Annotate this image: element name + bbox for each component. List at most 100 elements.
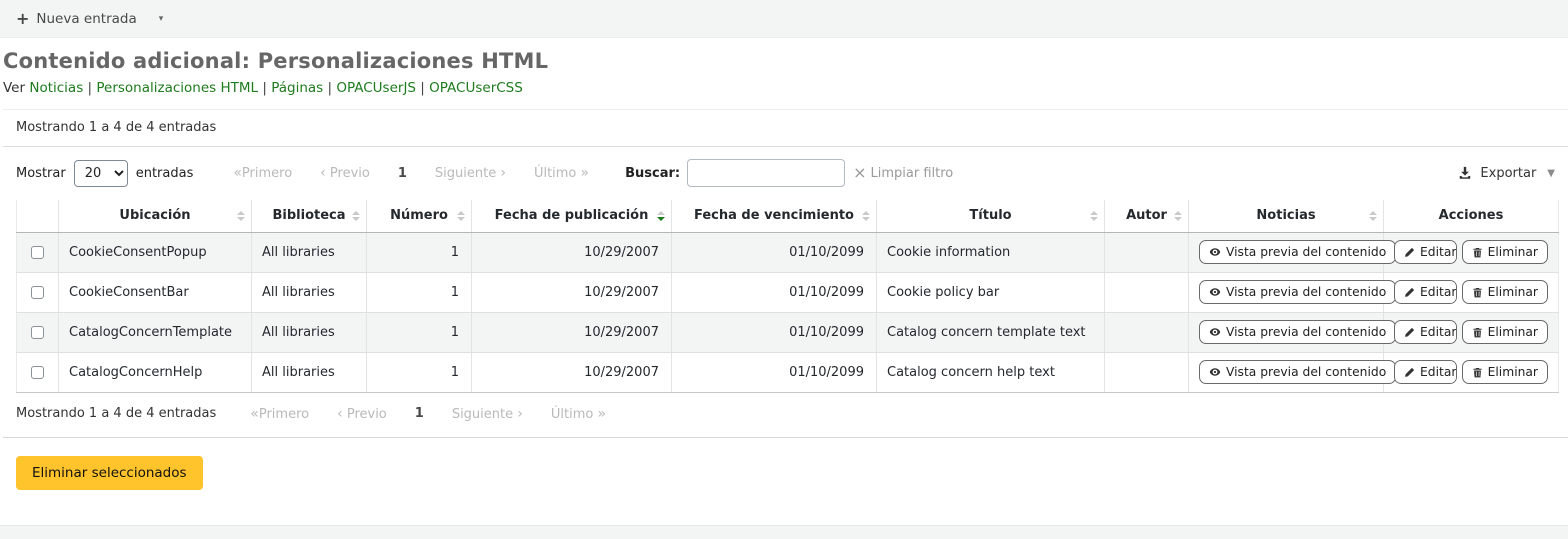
trash-icon <box>1472 247 1483 258</box>
clear-filter-button[interactable]: × Limpiar filtro <box>853 165 953 181</box>
table-header-row: Ubicación Biblioteca Número Fecha de pub… <box>17 200 1559 232</box>
pagination-top: «Primero‹ Previo1Siguiente ›Último » <box>219 165 603 181</box>
cell-title: Cookie information <box>877 232 1105 272</box>
cell-library: All libraries <box>252 272 367 312</box>
pagination-bottom: «Primero‹ Previo1Siguiente ›Último » <box>236 406 620 422</box>
view-link[interactable]: Noticias <box>29 80 83 96</box>
export-label: Exportar <box>1480 166 1536 181</box>
trash-icon <box>1472 367 1483 378</box>
cell-number: 1 <box>367 232 472 272</box>
column-header-expiration-date[interactable]: Fecha de vencimiento <box>672 200 877 232</box>
previous-page-button[interactable]: ‹ Previo <box>306 165 384 181</box>
current-page-button[interactable]: 1 <box>384 166 421 181</box>
cell-library: All libraries <box>252 312 367 352</box>
cell-expiration-date: 01/10/2099 <box>672 312 877 352</box>
delete-button[interactable]: Eliminar <box>1462 280 1548 305</box>
cell-title: Catalog concern template text <box>877 312 1105 352</box>
first-page-button[interactable]: «Primero <box>236 406 323 422</box>
last-page-button[interactable]: Último » <box>537 406 620 422</box>
sort-icon <box>352 211 360 221</box>
table-panel: Mostrando 1 a 4 de 4 entradas Mostrar 20… <box>3 109 1568 490</box>
column-header-number[interactable]: Número <box>367 200 472 232</box>
new-entry-dropdown-toggle[interactable]: ▾ <box>159 14 164 24</box>
cell-location: CatalogConcernTemplate <box>59 312 252 352</box>
view-link[interactable]: OPACUserJS <box>336 80 416 96</box>
delete-button[interactable]: Eliminar <box>1462 240 1548 265</box>
delete-button[interactable]: Eliminar <box>1462 360 1548 385</box>
edit-button[interactable]: Editar <box>1395 321 1457 344</box>
cell-publication-date: 10/29/2007 <box>472 312 672 352</box>
column-header-library[interactable]: Biblioteca <box>252 200 367 232</box>
separator: | <box>258 80 271 96</box>
entries-label: entradas <box>136 166 194 181</box>
cell-location: CookieConsentPopup <box>59 232 252 272</box>
pencil-icon <box>1404 247 1415 258</box>
page-title: Contenido adicional: Personalizaciones H… <box>3 49 1568 73</box>
row-checkbox[interactable] <box>31 326 44 339</box>
row-checkbox[interactable] <box>31 246 44 259</box>
sort-desc-icon <box>657 211 665 221</box>
chevron-down-icon: ▼ <box>1547 168 1555 179</box>
delete-selected-button[interactable]: Eliminar seleccionados <box>16 456 203 490</box>
new-entry-button[interactable]: + Nueva entrada <box>16 9 137 28</box>
sort-icon <box>1174 211 1182 221</box>
pencil-icon <box>1404 367 1415 378</box>
entries-per-page-select[interactable]: 20 <box>74 160 128 187</box>
separator: | <box>83 80 96 96</box>
column-header-location[interactable]: Ubicación <box>59 200 252 232</box>
column-header-author[interactable]: Autor <box>1105 200 1189 232</box>
preview-content-button[interactable]: Vista previa del contenido <box>1199 320 1396 345</box>
cell-location: CatalogConcernHelp <box>59 352 252 392</box>
column-header-publication-date[interactable]: Fecha de publicación <box>472 200 672 232</box>
divider <box>3 437 1568 438</box>
sort-icon <box>457 211 465 221</box>
separator: | <box>416 80 429 96</box>
preview-content-button[interactable]: Vista previa del contenido <box>1199 360 1396 385</box>
cell-title: Catalog concern help text <box>877 352 1105 392</box>
column-header-actions: Acciones <box>1384 200 1559 232</box>
cell-publication-date: 10/29/2007 <box>472 272 672 312</box>
eye-icon <box>1209 366 1221 378</box>
preview-content-button[interactable]: Vista previa del contenido <box>1199 280 1396 305</box>
row-checkbox[interactable] <box>31 286 44 299</box>
column-header-checkbox <box>17 200 59 232</box>
table-row: CookieConsentBar All libraries 1 10/29/2… <box>17 272 1559 312</box>
edit-button[interactable]: Editar <box>1395 361 1457 384</box>
eye-icon <box>1209 326 1221 338</box>
delete-button[interactable]: Eliminar <box>1462 320 1548 345</box>
pencil-icon <box>1404 287 1415 298</box>
previous-page-button[interactable]: ‹ Previo <box>323 406 401 422</box>
first-page-button[interactable]: «Primero <box>219 165 306 181</box>
sort-icon <box>1090 211 1098 221</box>
cell-library: All libraries <box>252 232 367 272</box>
plus-icon: + <box>16 9 29 28</box>
cell-author <box>1105 352 1189 392</box>
view-link[interactable]: OPACUserCSS <box>429 80 523 96</box>
export-button[interactable]: Exportar ▼ <box>1458 166 1555 181</box>
next-page-button[interactable]: Siguiente › <box>438 406 537 422</box>
cell-publication-date: 10/29/2007 <box>472 352 672 392</box>
next-page-button[interactable]: Siguiente › <box>421 165 520 181</box>
column-header-title[interactable]: Título <box>877 200 1105 232</box>
double-chevron-right-icon: » <box>597 406 606 422</box>
trash-icon <box>1472 287 1483 298</box>
table-footer-controls: Mostrando 1 a 4 de 4 entradas «Primero‹ … <box>3 393 1568 437</box>
cell-author <box>1105 312 1189 352</box>
view-link[interactable]: Páginas <box>271 80 323 96</box>
last-page-button[interactable]: Último » <box>520 165 603 181</box>
current-page-button[interactable]: 1 <box>401 406 438 421</box>
download-icon <box>1458 166 1472 180</box>
chevron-right-icon: › <box>517 406 523 422</box>
column-header-news[interactable]: Noticias <box>1189 200 1384 232</box>
row-checkbox[interactable] <box>31 366 44 379</box>
table-row: CatalogConcernTemplate All libraries 1 1… <box>17 312 1559 352</box>
preview-content-button[interactable]: Vista previa del contenido <box>1199 240 1396 265</box>
search-input[interactable] <box>687 159 845 187</box>
edit-button[interactable]: Editar <box>1395 241 1457 264</box>
cell-library: All libraries <box>252 352 367 392</box>
edit-button[interactable]: Editar <box>1395 281 1457 304</box>
view-link[interactable]: Personalizaciones HTML <box>96 80 258 96</box>
chevron-right-icon: › <box>500 165 506 181</box>
sort-icon <box>237 211 245 221</box>
table-row: CatalogConcernHelp All libraries 1 10/29… <box>17 352 1559 392</box>
